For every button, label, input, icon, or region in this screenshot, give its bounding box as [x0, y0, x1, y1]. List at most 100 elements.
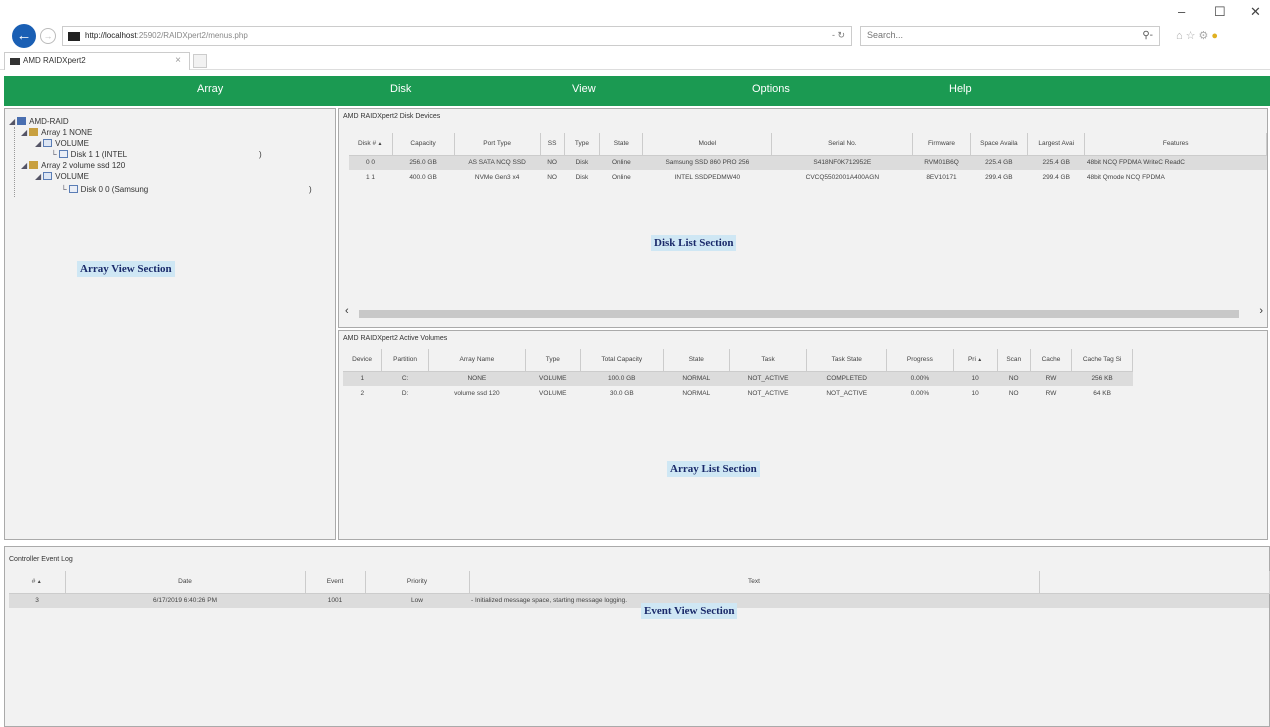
- collapse-icon[interactable]: ◢: [21, 128, 27, 137]
- column-header[interactable]: Text: [469, 571, 1040, 594]
- column-header[interactable]: Array Name: [428, 349, 526, 372]
- table-row[interactable]: 1 1 400.0 GB NVMe Gen3 x4 NO Disk Online INTEL…: [349, 170, 1267, 185]
- table-cell: NOT_ACTIVE: [747, 390, 789, 397]
- column-header-label: SS: [547, 140, 557, 148]
- column-header[interactable]: SS: [540, 133, 565, 156]
- favorites-star-icon[interactable]: ☆: [1186, 30, 1199, 42]
- search-input[interactable]: [867, 30, 1107, 40]
- menu-view[interactable]: View: [572, 83, 596, 95]
- column-header[interactable]: Priority: [365, 571, 470, 594]
- menu-array[interactable]: Array: [197, 83, 223, 95]
- column-header[interactable]: Event: [305, 571, 366, 594]
- close-window-button[interactable]: ✕: [1250, 4, 1261, 20]
- feedback-smiley-icon[interactable]: ●: [1211, 30, 1221, 42]
- collapse-icon[interactable]: ◢: [21, 161, 27, 170]
- event-view-panel: Controller Event Log # ▲ Date Event Priorit…: [4, 546, 1270, 727]
- column-header[interactable]: Date: [65, 571, 306, 594]
- refresh-icon[interactable]: - ↻: [832, 30, 845, 41]
- table-cell: NOT_ACTIVE: [826, 390, 868, 397]
- volume-table-header: Device Partition Array Name Type Total Capac…: [343, 349, 1133, 372]
- home-icon[interactable]: ⌂: [1176, 30, 1186, 42]
- column-header[interactable]: Type: [564, 133, 601, 156]
- back-button[interactable]: ←: [12, 24, 36, 48]
- tree-node-disk-1[interactable]: └ Disk 1 1 (INTEL: [51, 150, 127, 159]
- column-header[interactable]: Task: [729, 349, 808, 372]
- disk-horizontal-scrollbar[interactable]: ‹ ›: [343, 305, 1265, 319]
- menu-disk[interactable]: Disk: [390, 83, 411, 95]
- sort-ascending-icon[interactable]: ▲: [976, 357, 982, 363]
- column-header[interactable]: Partition: [381, 349, 430, 372]
- table-row[interactable]: 0 0 256.0 GB AS SATA NCQ SSD NO Disk Online Sa…: [349, 155, 1267, 170]
- column-header[interactable]: Space Availa: [970, 133, 1029, 156]
- tab-raidxpert[interactable]: AMD RAIDXpert2 ×: [4, 52, 190, 70]
- column-header[interactable]: Type: [525, 349, 581, 372]
- settings-gear-icon[interactable]: ⚙: [1199, 30, 1212, 42]
- tree-node-volume-1[interactable]: ◢ VOLUME: [35, 139, 89, 148]
- table-cell: 1: [343, 371, 382, 386]
- column-header-label: Device: [352, 356, 372, 364]
- table-row[interactable]: 1 C: NONE VOLUME 100.0 GB NORMAL NOT_ACTIVE COM…: [343, 371, 1133, 386]
- table-cell: 400.0 GB: [409, 174, 437, 181]
- column-header[interactable]: Largest Avai: [1027, 133, 1086, 156]
- table-row[interactable]: 3 6/17/2019 6:40:26 PM 1001 Low - Initialize…: [9, 593, 1269, 608]
- column-header-label: Largest Avai: [1038, 140, 1075, 148]
- column-header[interactable]: Capacity: [392, 133, 455, 156]
- url-field[interactable]: http://localhost:25902/RAIDXpert2/menus.…: [62, 26, 852, 46]
- tree-trailing-mark-2: ): [309, 185, 312, 194]
- collapse-icon[interactable]: ◢: [35, 139, 41, 148]
- search-icon[interactable]: ⚲-: [1142, 30, 1153, 41]
- table-row[interactable]: 2 D: volume ssd 120 VOLUME 30.0 GB NORMAL NOT_…: [343, 386, 1133, 401]
- array-icon: [29, 128, 39, 136]
- tree-label-disk-1: Disk 1 1 (INTEL: [70, 150, 128, 159]
- close-tab-icon[interactable]: ×: [175, 55, 181, 66]
- forward-button[interactable]: →: [40, 28, 56, 44]
- menu-help[interactable]: Help: [949, 83, 972, 95]
- tree-node-volume-2[interactable]: ◢ VOLUME: [35, 172, 89, 181]
- event-view-section-label: Event View Section: [641, 603, 738, 619]
- search-field[interactable]: ⚲-: [860, 26, 1160, 46]
- scrollbar-thumb[interactable]: [359, 310, 1239, 318]
- column-header-label: Type: [545, 356, 560, 364]
- column-header-label: Pri: [967, 356, 976, 364]
- column-header[interactable]: Features: [1084, 133, 1267, 156]
- column-header[interactable]: Device: [343, 349, 383, 372]
- scroll-right-icon[interactable]: ›: [1259, 305, 1263, 317]
- tree-node-array-2[interactable]: ◢ Array 2 volume ssd 120: [21, 161, 125, 170]
- column-header[interactable]: State: [663, 349, 730, 372]
- sort-ascending-icon[interactable]: ▲: [35, 579, 42, 585]
- column-header[interactable]: Serial No.: [771, 133, 914, 156]
- column-header[interactable]: Scan: [997, 349, 1031, 372]
- scroll-left-icon[interactable]: ‹: [345, 305, 349, 317]
- column-header[interactable]: Port Type: [454, 133, 541, 156]
- sort-ascending-icon[interactable]: ▲: [376, 141, 382, 147]
- column-header-label: Type: [574, 140, 589, 148]
- tree-node-disk-2[interactable]: └ Disk 0 0 (Samsung: [61, 185, 148, 194]
- column-header[interactable]: # ▲: [9, 571, 66, 594]
- collapse-icon[interactable]: ◢: [35, 172, 41, 181]
- disk-icon: [68, 185, 78, 193]
- tree-node-root[interactable]: ◢ AMD-RAID: [9, 117, 69, 126]
- table-cell: NORMAL: [682, 390, 711, 397]
- column-header[interactable]: Cache Tag Si: [1071, 349, 1133, 372]
- column-header[interactable]: Cache: [1030, 349, 1073, 372]
- column-header[interactable]: State: [599, 133, 644, 156]
- column-header-label: Features: [1162, 140, 1189, 148]
- array-list-section-label: Array List Section: [667, 461, 760, 477]
- table-cell: 0 0: [349, 155, 392, 170]
- minimize-button[interactable]: –: [1178, 4, 1185, 19]
- collapse-icon[interactable]: ◢: [9, 117, 15, 126]
- column-header[interactable]: Total Capacity: [580, 349, 664, 372]
- maximize-button[interactable]: ☐: [1214, 4, 1226, 20]
- column-header[interactable]: Pri ▲: [953, 349, 998, 372]
- column-header-label: Scan: [1006, 356, 1022, 364]
- menu-options[interactable]: Options: [752, 83, 790, 95]
- tree-node-array-1[interactable]: ◢ Array 1 NONE: [21, 128, 92, 137]
- new-tab-button[interactable]: [193, 54, 207, 68]
- column-header-label: Firmware: [927, 140, 956, 148]
- column-header[interactable]: Progress: [886, 349, 954, 372]
- column-header[interactable]: Firmware: [912, 133, 971, 156]
- column-header[interactable]: Disk # ▲: [349, 133, 393, 156]
- volume-icon: [43, 139, 53, 147]
- column-header[interactable]: Model: [642, 133, 773, 156]
- column-header[interactable]: Task State: [806, 349, 888, 372]
